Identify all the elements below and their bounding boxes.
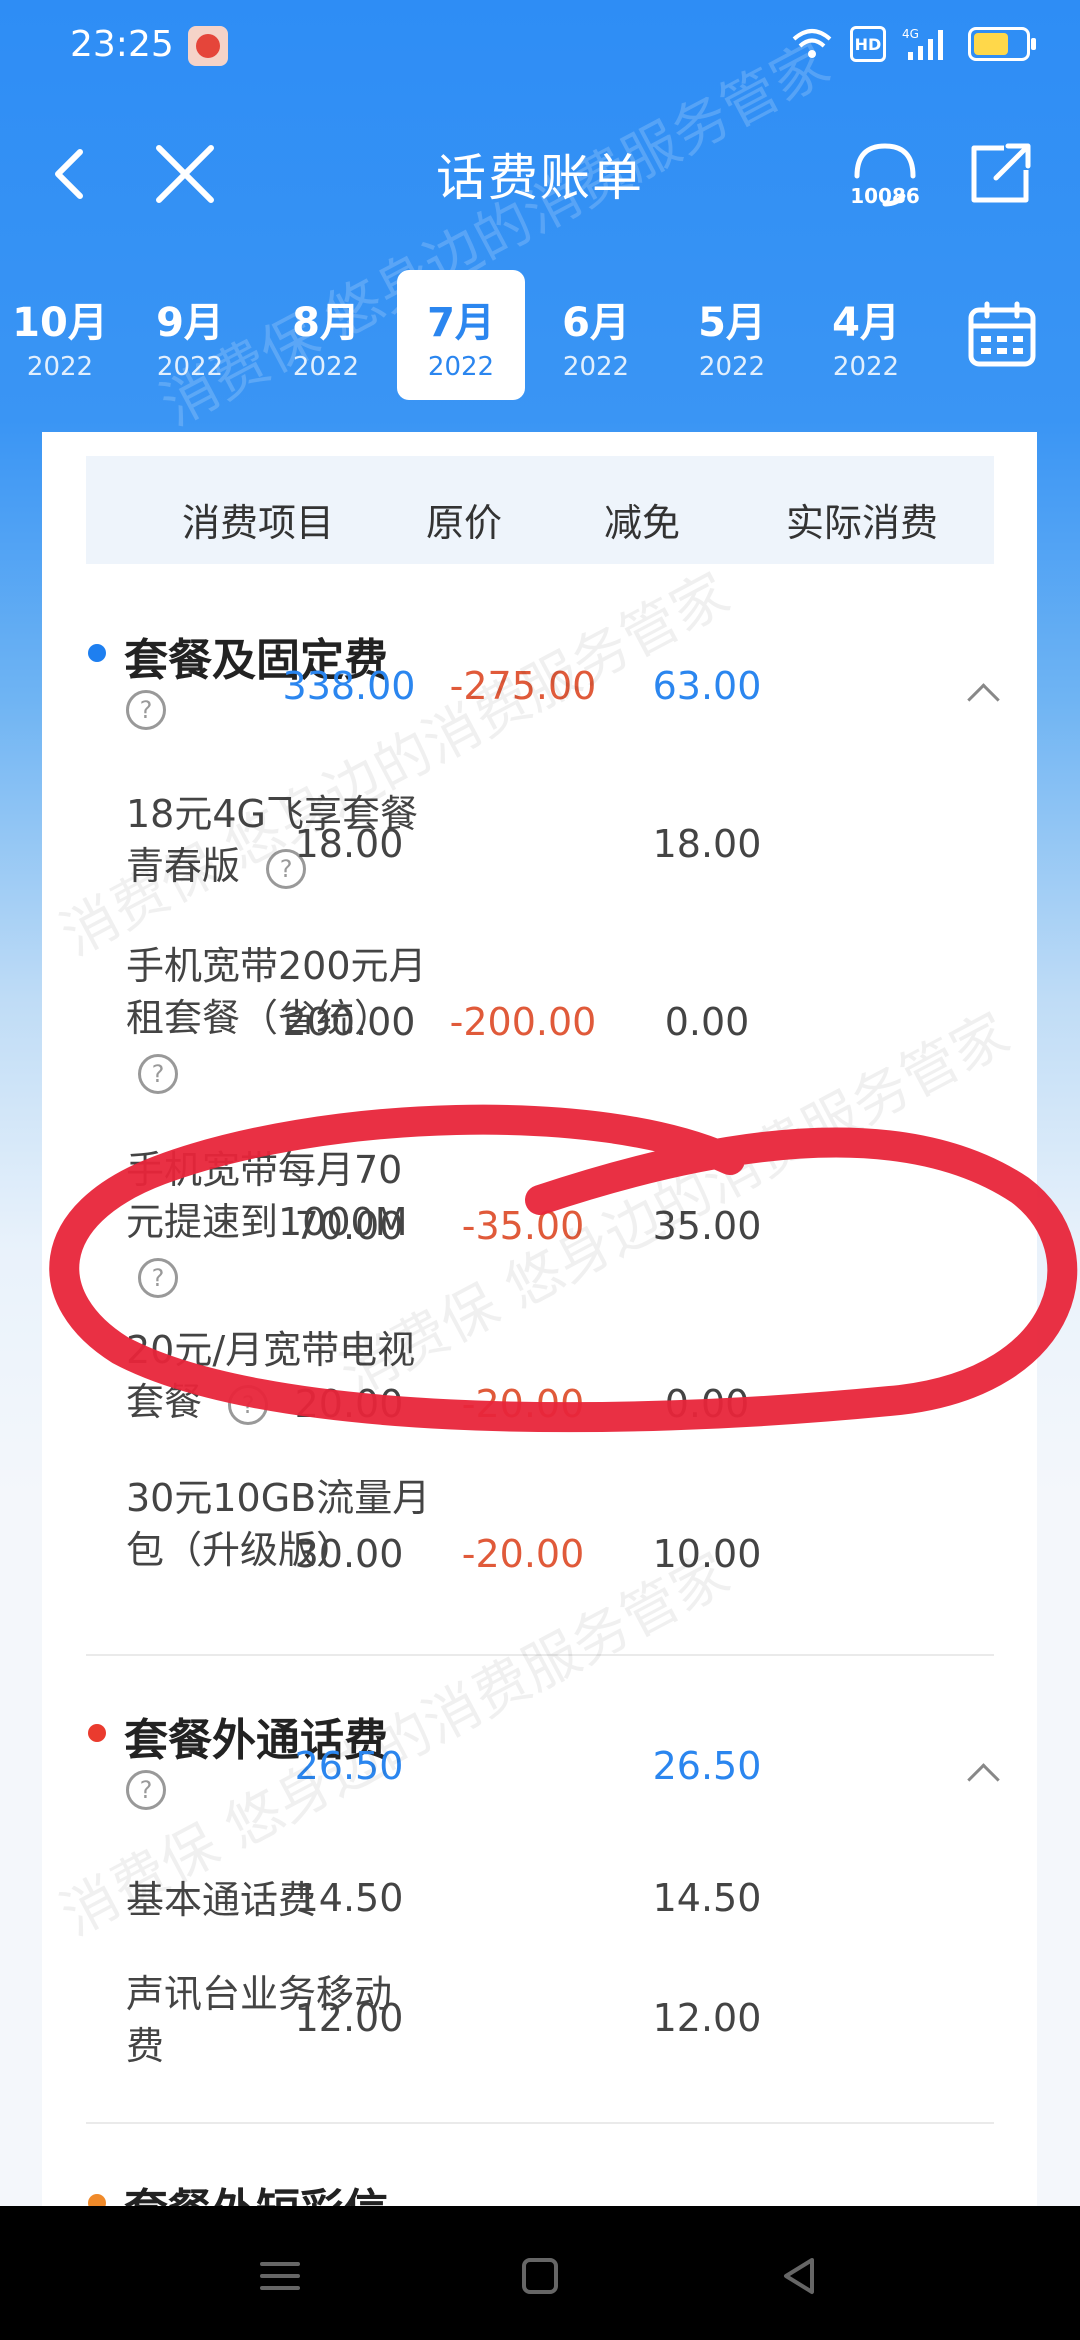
section-actual: 63.00	[652, 664, 762, 708]
column-header-discount: 减免	[604, 501, 681, 545]
year-label: 2022	[427, 352, 495, 382]
battery-icon	[968, 27, 1036, 61]
triangle-left-icon	[784, 2258, 814, 2294]
service-number-label: 10086	[850, 184, 920, 208]
menu-icon	[260, 2262, 300, 2290]
customer-service-button[interactable]: 10086	[845, 134, 925, 214]
month-label: 5月	[698, 300, 766, 346]
nav-bar: 话费账单 10086	[0, 110, 1080, 230]
item-label-line: 30元10GB流量月	[126, 1476, 431, 1520]
section-dot	[88, 644, 106, 662]
wifi-icon	[792, 29, 832, 58]
section-discount: -275.00	[449, 664, 597, 708]
help-icon[interactable]: ?	[126, 690, 166, 730]
section-actual: 26.50	[652, 1744, 762, 1788]
item-actual: 0.00	[664, 1000, 750, 1044]
item-label-line: 20元/月宽带电视	[126, 1328, 416, 1372]
month-tabs: 10月 2022 9月 2022 8月 2022 7月 2022 6月 2022…	[0, 270, 1080, 400]
month-tab[interactable]: 4月 2022	[806, 270, 926, 400]
section-divider	[86, 2122, 994, 2124]
item-original: 18.00	[294, 822, 404, 866]
year-label: 2022	[698, 352, 766, 382]
month-label: 6月	[562, 300, 630, 346]
item-discount: -200.00	[449, 1000, 597, 1044]
item-original: 12.00	[294, 1996, 404, 2040]
month-tab[interactable]: 5月 2022	[672, 270, 792, 400]
item-original: 200.00	[282, 1000, 416, 1044]
chevron-up-icon[interactable]	[967, 683, 1000, 716]
system-icons: HD 4G	[790, 26, 1036, 62]
network-type-label: 4G	[902, 27, 919, 41]
column-header-original: 原价	[426, 501, 503, 545]
year-label: 2022	[562, 352, 630, 382]
item-label-line: 手机宽带每月70	[126, 1148, 403, 1192]
calendar-icon	[968, 301, 1036, 367]
table-header: 消费项目 原价 减免 实际消费	[86, 456, 994, 564]
month-tab[interactable]: 10月 2022	[0, 270, 120, 400]
item-actual: 10.00	[652, 1532, 762, 1576]
section-original: 338.00	[282, 664, 416, 708]
year-label: 2022	[292, 352, 360, 382]
month-label: 7月	[427, 300, 495, 346]
hd-icon: HD	[850, 26, 886, 62]
month-tab[interactable]: 6月 2022	[536, 270, 656, 400]
calendar-button[interactable]	[965, 300, 1040, 370]
item-original: 30.00	[294, 1532, 404, 1576]
month-tab[interactable]: 9月 2022	[130, 270, 250, 400]
month-label: 4月	[832, 300, 900, 346]
item-label-line: 手机宽带200元月	[126, 944, 427, 988]
item-original: 14.50	[294, 1876, 404, 1920]
year-label: 2022	[26, 352, 94, 382]
month-label: 8月	[292, 300, 360, 346]
help-icon[interactable]: ?	[138, 1054, 178, 1094]
section-dot	[88, 1724, 106, 1742]
column-header-item: 消费项目	[182, 501, 335, 545]
home-button[interactable]	[510, 2246, 570, 2306]
signal-icon: 4G	[902, 27, 943, 60]
month-label: 10月	[12, 300, 108, 346]
item-discount: -20.00	[461, 1382, 585, 1426]
system-back-button[interactable]	[770, 2246, 830, 2306]
month-tab-selected[interactable]: 7月 2022	[397, 270, 525, 400]
item-discount: -20.00	[461, 1532, 585, 1576]
item-label-text: 套餐	[126, 1380, 203, 1424]
month-tab[interactable]: 8月 2022	[266, 270, 386, 400]
status-time: 23:25	[70, 24, 174, 65]
help-icon[interactable]: ?	[126, 1770, 166, 1810]
help-icon[interactable]: ?	[138, 1258, 178, 1298]
month-label: 9月	[156, 300, 224, 346]
item-original: 20.00	[294, 1382, 404, 1426]
share-button[interactable]	[960, 134, 1040, 214]
column-header-actual: 实际消费	[786, 501, 939, 545]
system-nav-bar	[0, 2206, 1080, 2340]
item-actual: 0.00	[664, 1382, 750, 1426]
item-discount: -35.00	[461, 1204, 585, 1248]
item-actual: 12.00	[652, 1996, 762, 2040]
bill-card: 消费项目 原价 减免 实际消费 套餐及固定费 ? 338.00 -275.00 …	[42, 432, 1037, 2236]
year-label: 2022	[832, 352, 900, 382]
section-original: 26.50	[294, 1744, 404, 1788]
app-notification-icon	[188, 26, 228, 66]
item-actual: 35.00	[652, 1204, 762, 1248]
item-label-text: 青春版	[126, 844, 241, 888]
share-icon	[971, 143, 1031, 203]
chevron-up-icon[interactable]	[967, 1763, 1000, 1796]
status-bar: 23:25 HD 4G	[0, 0, 1080, 100]
section-divider	[86, 1654, 994, 1656]
year-label: 2022	[156, 352, 224, 382]
item-original: 70.00	[294, 1204, 404, 1248]
menu-button[interactable]	[250, 2246, 310, 2306]
square-icon	[522, 2258, 558, 2294]
item-actual: 14.50	[652, 1876, 762, 1920]
item-actual: 18.00	[652, 822, 762, 866]
